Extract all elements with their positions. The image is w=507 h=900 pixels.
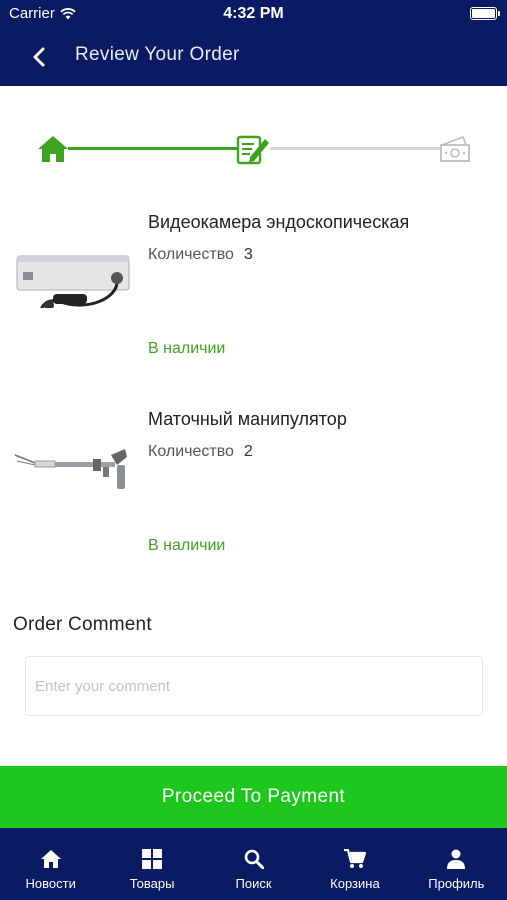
product-name: Маточный манипулятор	[148, 409, 347, 429]
chevron-left-icon	[33, 47, 45, 67]
proceed-to-payment-button[interactable]: Proceed To Payment	[0, 766, 507, 828]
quantity-row: Количество 2	[148, 443, 253, 461]
order-comment-field[interactable]	[25, 656, 483, 716]
product-image-uterine-manipulator	[13, 425, 133, 505]
tab-profile[interactable]: Профиль	[406, 828, 507, 900]
tab-label: Профиль	[428, 876, 485, 891]
quantity-label: Количество	[148, 246, 234, 263]
tab-label: Корзина	[330, 876, 380, 891]
order-comment-input[interactable]	[26, 657, 482, 715]
tab-cart[interactable]: Корзина	[304, 828, 405, 900]
grid-icon	[141, 848, 163, 870]
quantity-label: Количество	[148, 443, 234, 460]
back-button[interactable]	[24, 42, 54, 72]
tab-news[interactable]: Новости	[0, 828, 101, 900]
step-payment	[438, 132, 472, 166]
cart-icon	[343, 848, 366, 870]
quantity-value: 3	[243, 246, 253, 263]
checkout-stepper	[0, 130, 507, 170]
order-comment-heading: Order Comment	[13, 614, 152, 635]
tab-products[interactable]: Товары	[101, 828, 202, 900]
search-icon	[243, 848, 265, 870]
availability-status: В наличии	[148, 340, 226, 357]
edit-document-icon	[236, 135, 269, 165]
tab-bar: Новости Товары Поиск Корзина Профиль	[0, 828, 507, 900]
person-icon	[445, 848, 467, 870]
tab-label: Товары	[129, 876, 175, 891]
nav-bar: Review Your Order	[0, 28, 507, 86]
quantity-value: 2	[243, 443, 253, 460]
availability-status: В наличии	[148, 537, 226, 554]
status-bar: Carrier 4:32 PM	[0, 0, 507, 28]
battery-icon	[470, 7, 500, 20]
tab-label: Новости	[25, 876, 76, 891]
product-image-endoscope-camera	[13, 228, 133, 311]
clock: 4:32 PM	[223, 5, 284, 22]
money-icon	[440, 135, 470, 162]
order-item[interactable]: Маточный манипулятор Количество 2 В налич…	[0, 407, 507, 577]
step-review	[236, 132, 270, 166]
quantity-row: Количество 3	[148, 246, 253, 264]
order-item[interactable]: Видеокамера эндоскопическая Количество 3 …	[0, 210, 507, 380]
tab-search[interactable]: Поиск	[203, 828, 304, 900]
tab-label: Поиск	[235, 876, 272, 891]
progress-line-complete	[68, 147, 238, 150]
home-icon	[38, 136, 68, 162]
home-icon	[40, 848, 62, 870]
progress-line-pending	[270, 147, 440, 150]
product-name: Видеокамера эндоскопическая	[148, 212, 410, 232]
page-title: Review Your Order	[75, 44, 240, 65]
step-cart	[36, 132, 70, 166]
